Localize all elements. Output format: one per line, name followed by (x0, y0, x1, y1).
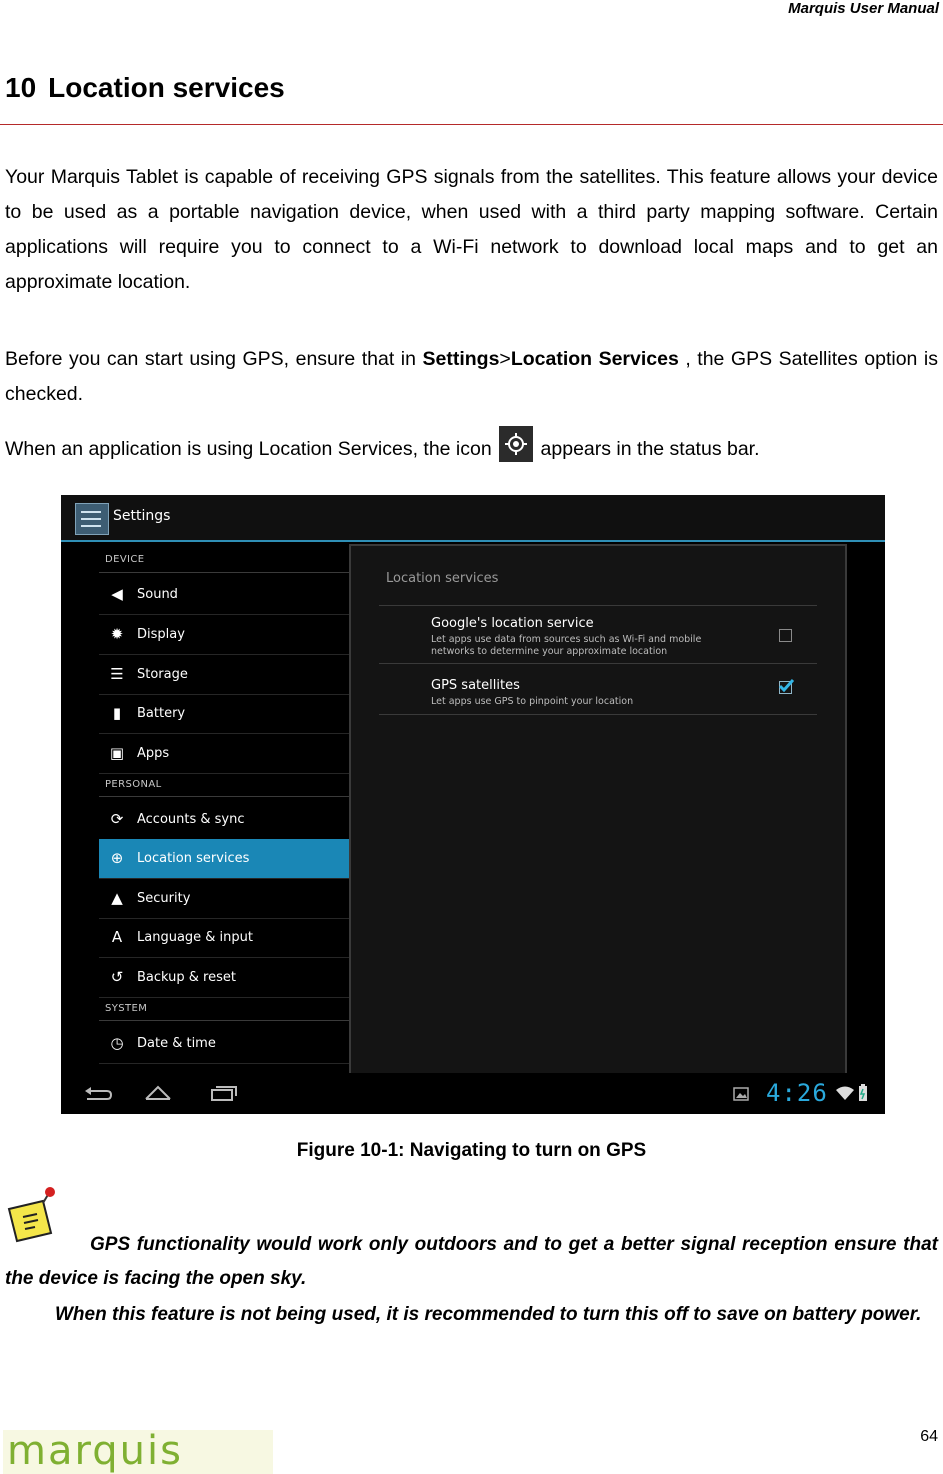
settings-item-label: Language & input (137, 930, 253, 945)
settings-paragraph: Before you can start using GPS, ensure t… (5, 342, 938, 412)
status-paragraph: When an application is using Location Se… (5, 426, 938, 468)
option-title: GPS satellites (431, 678, 520, 693)
location-status-icon (499, 426, 534, 462)
figure-caption: Figure 10-1: Navigating to turn on GPS (296, 1140, 647, 1161)
settings-item-label: Backup & reset (137, 970, 236, 985)
settings-list: DEVICE ◀ Sound ✹ Display ☰ Storage ▮ Bat… (99, 542, 349, 1072)
section-personal: PERSONAL (105, 779, 162, 790)
option-subtitle: Let apps use GPS to pinpoint your locati… (431, 696, 634, 707)
settings-screenshot: Settings DEVICE ◀ Sound ✹ Display ☰ Stor… (61, 495, 885, 1114)
battery-icon: ▮ (112, 704, 122, 722)
recent-apps-icon[interactable] (208, 1083, 238, 1103)
settings-link-text: Settings (422, 348, 500, 370)
brightness-icon: ✹ (110, 625, 124, 643)
language-icon: A (111, 928, 123, 946)
settings-item-security[interactable]: ▲ Security (99, 879, 349, 919)
speaker-icon: ◀ (111, 585, 123, 603)
section-system: SYSTEM (105, 1003, 148, 1014)
chapter-heading: 10 Location services (5, 72, 285, 104)
sync-icon: ⟳ (110, 810, 124, 828)
page-number: 64 (920, 1428, 938, 1445)
status-clock: 4:26 (766, 1079, 828, 1107)
battery-status-icon (859, 1084, 867, 1101)
intro-paragraph: Your Marquis Tablet is capable of receiv… (5, 166, 938, 293)
action-bar-title: Settings (113, 508, 171, 524)
home-icon[interactable] (143, 1083, 173, 1103)
settings-item-location[interactable]: ⊕ Location services (99, 839, 349, 879)
settings-item-storage[interactable]: ☰ Storage (99, 655, 349, 695)
option-subtitle: Let apps use data from sources such as W… (431, 634, 702, 657)
settings-item-display[interactable]: ✹ Display (99, 615, 349, 655)
settings-item-label: Accounts & sync (137, 812, 245, 827)
clock-icon: ◷ (110, 1034, 124, 1052)
wifi-icon (836, 1086, 854, 1100)
status-paragraph-text-2: appears in the status bar. (535, 438, 760, 461)
gps-satellites-checkbox[interactable] (779, 679, 794, 694)
settings-item-label: Apps (137, 746, 170, 761)
settings-item-date-time[interactable]: ◷ Date & time (99, 1024, 349, 1064)
settings-item-label: Storage (137, 667, 188, 682)
chapter-title: Location services (48, 72, 285, 103)
svg-text:marquis: marquis (7, 1430, 183, 1474)
location-services-text: Location Services (510, 348, 679, 370)
settings-item-battery[interactable]: ▮ Battery (99, 694, 349, 734)
panel-title: Location services (386, 571, 499, 586)
settings-separator: > (499, 348, 511, 370)
backup-icon: ↺ (110, 968, 124, 986)
storage-icon: ☰ (110, 665, 124, 683)
marquis-logo: marquis (3, 1430, 273, 1474)
settings-item-label: Date & time (137, 1036, 216, 1051)
heading-rule (0, 124, 943, 125)
settings-item-language[interactable]: A Language & input (99, 918, 349, 958)
settings-item-label: Display (137, 627, 185, 642)
checkmark-icon (779, 679, 794, 692)
settings-paragraph-text-1: Before you can start using GPS, ensure t… (5, 348, 423, 370)
image-notification-icon (733, 1087, 749, 1101)
note-gps-outdoors: GPS functionality would work only outdoo… (5, 1234, 938, 1289)
chapter-number: 10 (5, 72, 37, 103)
location-services-panel: Location services Google's location serv… (349, 544, 847, 1076)
manual-header-title: Marquis User Manual (788, 0, 939, 17)
google-location-checkbox[interactable] (779, 629, 792, 642)
section-device: DEVICE (105, 554, 145, 565)
status-paragraph-text-1: When an application is using Location Se… (5, 438, 498, 461)
settings-item-label: Security (137, 891, 191, 906)
settings-item-backup[interactable]: ↺ Backup & reset (99, 958, 349, 998)
settings-item-accounts[interactable]: ⟳ Accounts & sync (99, 800, 349, 840)
apps-icon: ▣ (109, 744, 125, 762)
settings-app-icon[interactable] (75, 503, 109, 535)
back-icon[interactable] (83, 1085, 113, 1105)
settings-item-label: Battery (137, 706, 186, 721)
settings-item-apps[interactable]: ▣ Apps (99, 734, 349, 774)
action-bar: Settings (61, 495, 885, 542)
lock-icon: ▲ (111, 889, 123, 907)
option-title: Google's location service (431, 616, 594, 631)
settings-item-label: Location services (137, 851, 250, 866)
note-battery: When this feature is not being used, it … (55, 1304, 922, 1325)
location-icon: ⊕ (110, 849, 124, 867)
settings-item-sound[interactable]: ◀ Sound (99, 575, 349, 615)
settings-item-label: Sound (137, 587, 178, 602)
system-nav-bar: 4:26 (61, 1073, 885, 1114)
